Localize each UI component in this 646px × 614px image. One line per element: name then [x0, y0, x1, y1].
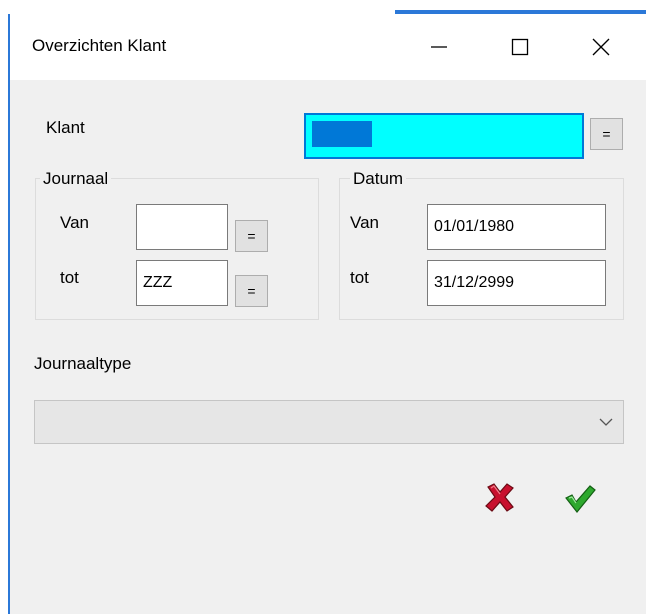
- confirm-button[interactable]: [562, 481, 598, 517]
- close-button[interactable]: [569, 14, 633, 80]
- window-title: Overzichten Klant: [32, 36, 167, 55]
- journaaltype-label: Journaaltype: [34, 354, 132, 373]
- datum-tot-label: tot: [350, 268, 369, 287]
- journaal-tot-lookup-button[interactable]: =: [235, 275, 268, 307]
- klant-input[interactable]: [304, 113, 584, 159]
- dialog-window: Overzichten Klant Klant = Journaal Van =…: [8, 14, 646, 614]
- close-icon: [592, 38, 610, 56]
- datum-van-label: Van: [350, 213, 379, 232]
- green-checkmark-icon: [565, 485, 596, 513]
- journaal-van-input[interactable]: [136, 204, 228, 250]
- chevron-down-icon: [599, 418, 613, 426]
- journaaltype-select[interactable]: [34, 400, 624, 444]
- journaal-legend: Journaal: [40, 169, 112, 189]
- journaal-van-label: Van: [60, 213, 89, 232]
- klant-selection-highlight: [312, 121, 372, 147]
- datum-tot-input[interactable]: 31/12/2999: [427, 260, 606, 306]
- datum-legend: Datum: [350, 169, 407, 189]
- journaal-tot-label: tot: [60, 268, 79, 287]
- klant-label: Klant: [46, 118, 85, 137]
- journaal-tot-input[interactable]: ZZZ: [136, 260, 228, 306]
- minimize-icon: [431, 46, 447, 48]
- klant-lookup-button[interactable]: =: [590, 118, 623, 150]
- datum-van-input[interactable]: 01/01/1980: [427, 204, 606, 250]
- title-bar: Overzichten Klant: [10, 14, 646, 80]
- maximize-icon: [511, 38, 529, 56]
- red-x-icon: [485, 483, 514, 512]
- cancel-button[interactable]: [482, 479, 518, 515]
- journaal-van-lookup-button[interactable]: =: [235, 220, 268, 252]
- maximize-button[interactable]: [488, 14, 552, 80]
- minimize-button[interactable]: [407, 14, 471, 80]
